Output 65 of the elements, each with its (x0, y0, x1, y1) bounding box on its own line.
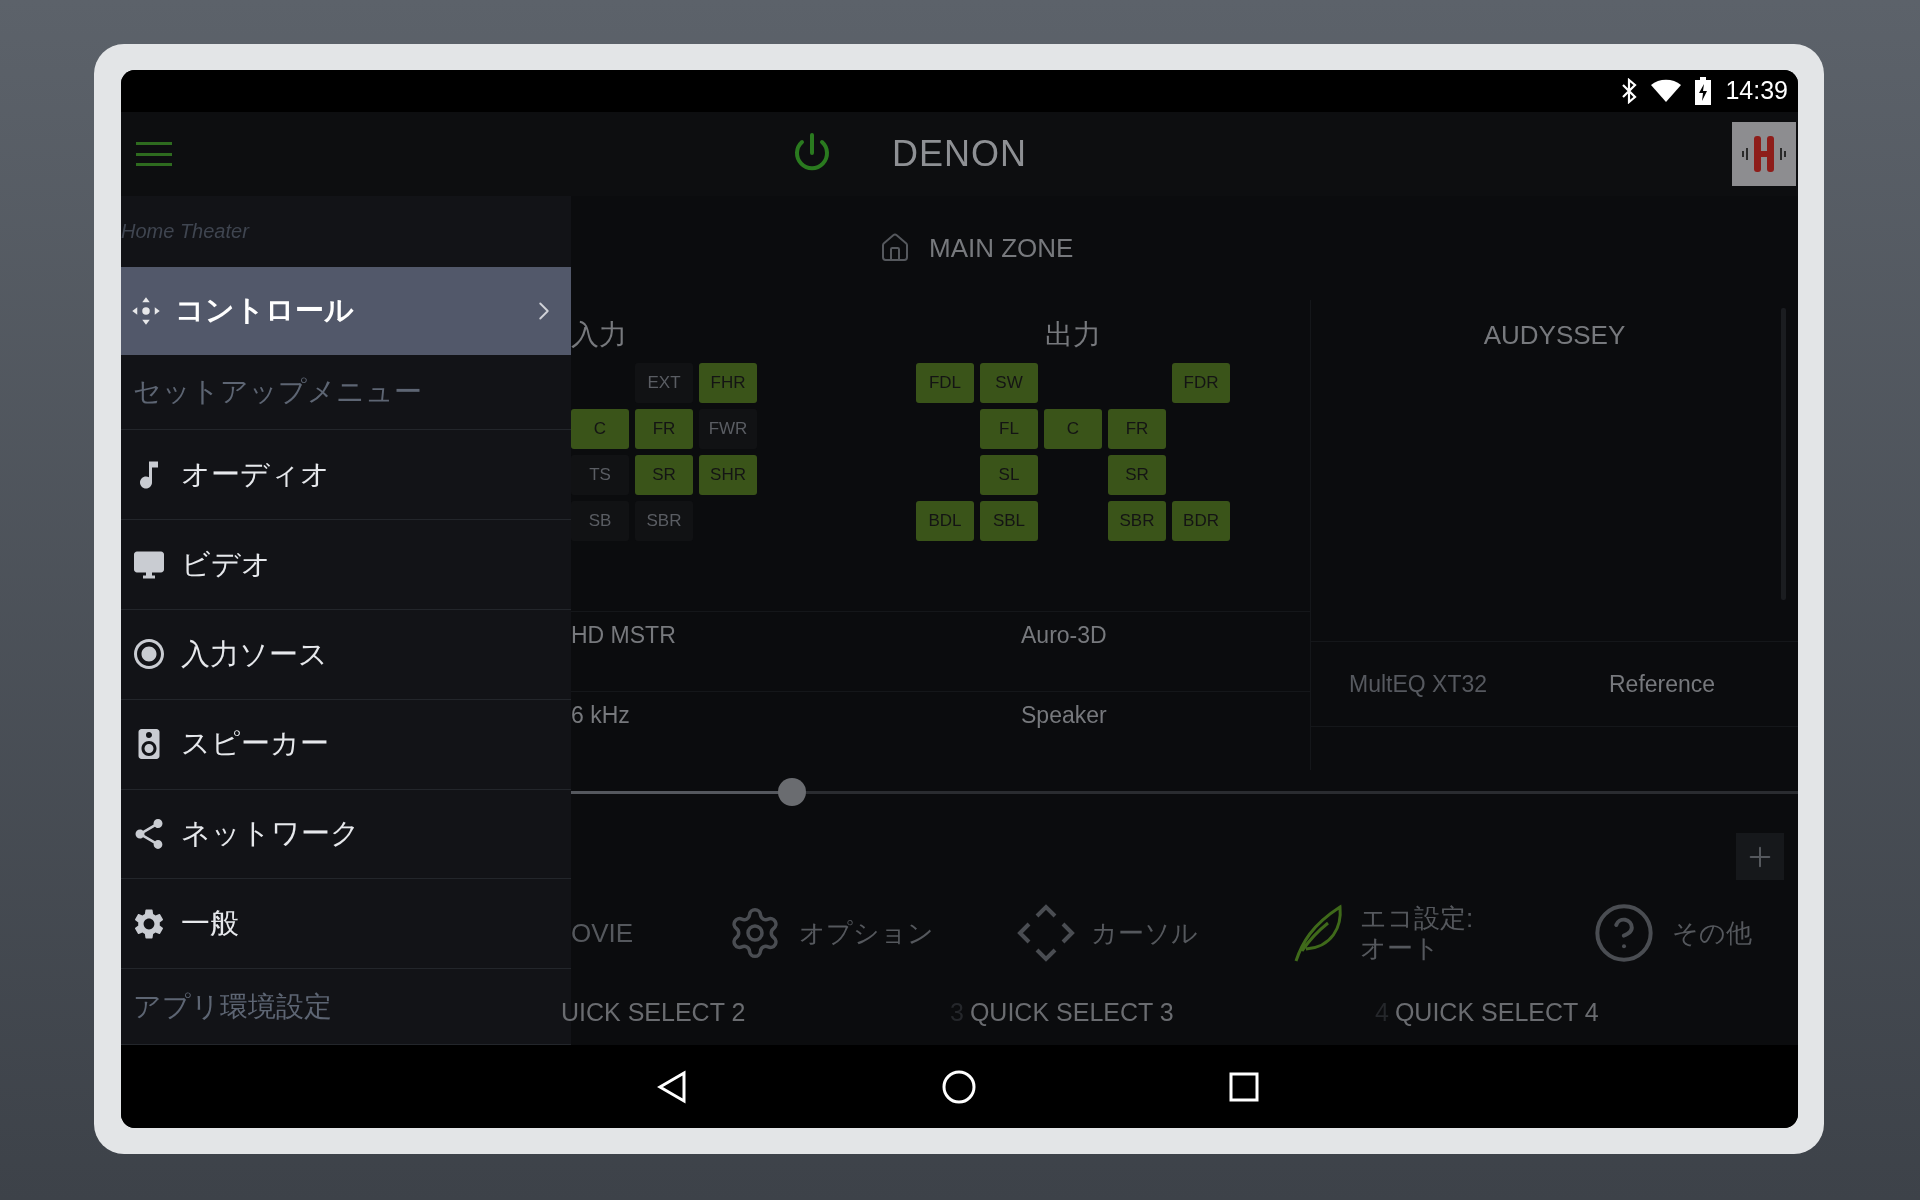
speaker-channel-tile: C (571, 409, 629, 449)
speaker-channel-tile: BDL (916, 501, 974, 541)
slider-thumb[interactable] (777, 777, 806, 806)
speaker-channel-tile: FR (1108, 409, 1166, 449)
move-arrows-icon (131, 295, 161, 326)
speaker-channel-tile: SBR (1108, 501, 1166, 541)
wifi-icon (1651, 79, 1682, 103)
info-value: Speaker (1021, 700, 1107, 730)
account-name: Home Theater (121, 219, 249, 245)
drawer-item[interactable]: オーディオ (121, 430, 571, 521)
drawer-item[interactable]: コントロール (121, 266, 571, 355)
info-value: Auro-3D (1021, 621, 1107, 651)
quick-action-button[interactable]: OVIE (571, 918, 721, 948)
panel-heading: 入力 (571, 318, 628, 352)
zone-name: MAIN ZONE (929, 231, 1074, 265)
speaker-channel-tile: EXT (635, 363, 693, 403)
brand-logo-text: DENON (892, 132, 1027, 176)
drawer-item[interactable]: 一般 (121, 879, 571, 970)
speaker-channel-tile: FWR (699, 409, 757, 449)
battery-charging-icon (1695, 77, 1712, 105)
quick-select-button[interactable]: UICK SELECT 2 (561, 993, 950, 1032)
speaker-channel-tile: FL (980, 409, 1038, 449)
drawer-item[interactable]: スピーカー (121, 699, 571, 790)
quick-action-button[interactable]: カーソル (1011, 904, 1286, 962)
panel-heading: 出力 (1045, 318, 1101, 352)
home-icon (879, 232, 911, 264)
speaker-channel-tile: SBL (980, 501, 1038, 541)
speaker-channel-tile: C (1044, 409, 1102, 449)
speaker-channel-tile: SL (980, 455, 1038, 495)
speaker-channel-tile: FDR (1172, 363, 1230, 403)
speaker-channel-tile: BDR (1172, 501, 1230, 541)
speaker-channel-tile: SHR (699, 455, 757, 495)
section-header: アプリ環境設定 (133, 989, 332, 1024)
add-button[interactable] (1736, 833, 1784, 880)
menu-button[interactable] (136, 139, 172, 169)
drawer-item[interactable]: 入力ソース (121, 610, 571, 700)
speaker-channel-tile: SBR (635, 501, 693, 541)
speaker-channel-tile: TS (571, 455, 629, 495)
speaker-channel-tile: SR (1108, 455, 1166, 495)
setting-value: Reference (1609, 669, 1716, 699)
drawer-item[interactable]: ネットワーク (121, 789, 571, 880)
setting-label: MultEQ XT32 (1349, 669, 1489, 699)
speaker-channel-tile: SB (571, 501, 629, 541)
home-button[interactable] (942, 1069, 976, 1104)
speaker-channel-tile: SW (980, 363, 1038, 403)
back-button[interactable] (657, 1069, 687, 1104)
four-direction-arrows-icon (1017, 904, 1075, 962)
app-icon[interactable] (1732, 122, 1796, 186)
recent-apps-button[interactable] (1229, 1071, 1259, 1102)
bluetooth-icon (1621, 78, 1638, 104)
help-icon (1592, 901, 1656, 965)
panel-heading: AUDYSSEY (1483, 319, 1626, 352)
quick-action-button[interactable]: エコ設定: オート (1286, 903, 1586, 963)
drawer-item[interactable]: ビデオ (121, 520, 571, 610)
section-header: セットアップメニュー (133, 375, 422, 410)
leaf-icon (1292, 903, 1344, 963)
quick-action-button[interactable]: その他 (1586, 901, 1786, 965)
info-value: HD MSTR (571, 621, 677, 651)
clock: 14:39 (1725, 75, 1788, 107)
speaker-channel-tile: FHR (699, 363, 757, 403)
speaker-channel-tile: FR (635, 409, 693, 449)
speaker-channel-tile: SR (635, 455, 693, 495)
speaker-channel-tile: FDL (916, 363, 974, 403)
quick-action-button[interactable]: オプション (721, 905, 1011, 961)
info-value: 6 kHz (571, 700, 631, 730)
